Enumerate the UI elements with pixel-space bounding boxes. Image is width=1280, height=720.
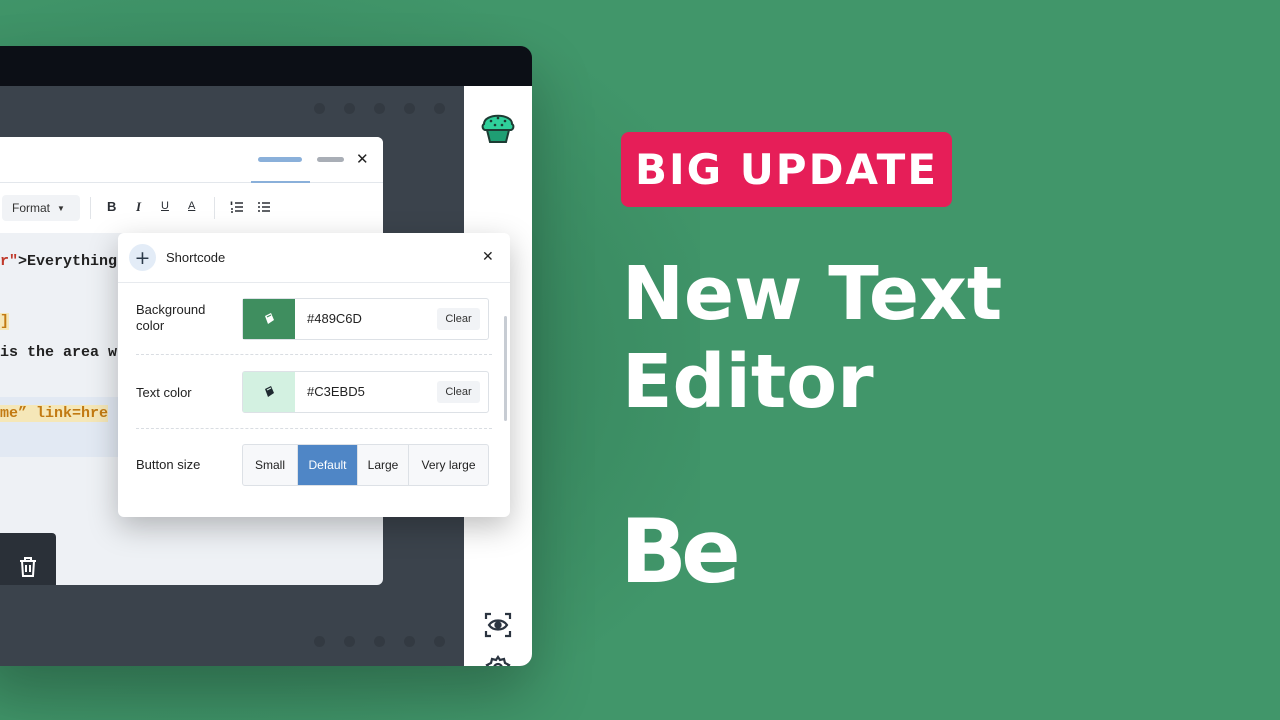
code-text: is the area w xyxy=(0,344,118,361)
background-color-input[interactable] xyxy=(307,311,417,326)
text-color-field: Clear xyxy=(242,371,489,413)
code-attribute: r" xyxy=(0,253,19,270)
canvas-dots-bottom xyxy=(314,636,445,647)
italic-button[interactable]: I xyxy=(136,199,141,215)
settings-gear-icon[interactable] xyxy=(484,654,512,666)
size-option-small[interactable]: Small xyxy=(243,445,298,485)
paint-bucket-icon xyxy=(265,386,274,397)
paint-bucket-icon xyxy=(265,313,274,324)
headline-line-1: New Text xyxy=(622,251,1003,337)
canvas-dots-top xyxy=(314,103,445,114)
underline-button[interactable]: U xyxy=(161,200,169,212)
font-color-button[interactable]: A xyxy=(188,200,195,212)
bold-button[interactable]: B xyxy=(107,199,116,214)
window-titlebar xyxy=(0,46,532,86)
popup-scrollbar[interactable] xyxy=(504,316,507,421)
editor-toolbar: Format ▼ B I U A xyxy=(0,183,383,233)
code-shortcode: me” link=hre xyxy=(0,405,109,422)
editor-header: ✕ xyxy=(0,137,383,183)
background-color-label: Background color xyxy=(136,302,206,333)
format-dropdown-label: Format xyxy=(12,201,51,215)
popup-close-icon[interactable]: ✕ xyxy=(482,249,494,265)
code-shortcode-bracket: ] xyxy=(0,313,10,330)
text-color-swatch[interactable] xyxy=(243,372,295,412)
text-color-label: Text color xyxy=(136,385,192,400)
background-color-field: Clear xyxy=(242,298,489,340)
code-line: me” link=hre xyxy=(0,405,109,422)
headline-line-2: Editor xyxy=(622,339,874,425)
chevron-down-icon: ▼ xyxy=(57,203,65,213)
text-color-input[interactable] xyxy=(307,384,417,399)
ordered-list-icon[interactable] xyxy=(230,200,244,214)
code-line: is the area w xyxy=(0,344,117,361)
row-divider xyxy=(136,428,492,429)
row-divider xyxy=(136,354,492,355)
text-color-clear-button[interactable]: Clear xyxy=(437,381,480,403)
preview-eye-icon[interactable] xyxy=(483,610,513,640)
button-size-label: Button size xyxy=(136,457,201,472)
delete-button[interactable] xyxy=(0,533,56,585)
button-size-segmented: Small Default Large Very large xyxy=(242,444,489,486)
format-dropdown[interactable]: Format ▼ xyxy=(2,195,80,221)
add-shortcode-button[interactable]: + xyxy=(129,244,156,271)
size-option-default[interactable]: Default xyxy=(298,445,358,485)
popup-header: + Shortcode ✕ xyxy=(118,233,510,283)
editor-close-icon[interactable]: ✕ xyxy=(356,150,369,168)
background-color-swatch[interactable] xyxy=(243,299,295,339)
popup-title: Shortcode xyxy=(166,250,226,265)
code-text: >Everything xyxy=(18,253,118,270)
background-color-clear-button[interactable]: Clear xyxy=(437,308,480,330)
code-line: r">Everything xyxy=(0,253,117,270)
toolbar-divider xyxy=(214,197,215,219)
update-badge: BIG UPDATE xyxy=(621,132,952,207)
muffin-logo-icon xyxy=(481,114,515,143)
toolbar-divider xyxy=(90,197,91,219)
plus-icon: + xyxy=(134,246,151,269)
size-option-large[interactable]: Large xyxy=(358,445,409,485)
tab-visual[interactable] xyxy=(258,157,302,162)
shortcode-popup: + Shortcode ✕ Background color Clear Tex… xyxy=(118,233,510,517)
trash-icon xyxy=(20,557,36,577)
tab-code[interactable] xyxy=(317,157,344,162)
size-option-very-large[interactable]: Very large xyxy=(409,445,488,485)
code-line: ] xyxy=(0,313,10,330)
headline: New Text Editor xyxy=(622,250,1002,426)
bullet-list-icon[interactable] xyxy=(257,200,271,214)
brand-logo: Be xyxy=(620,500,741,603)
